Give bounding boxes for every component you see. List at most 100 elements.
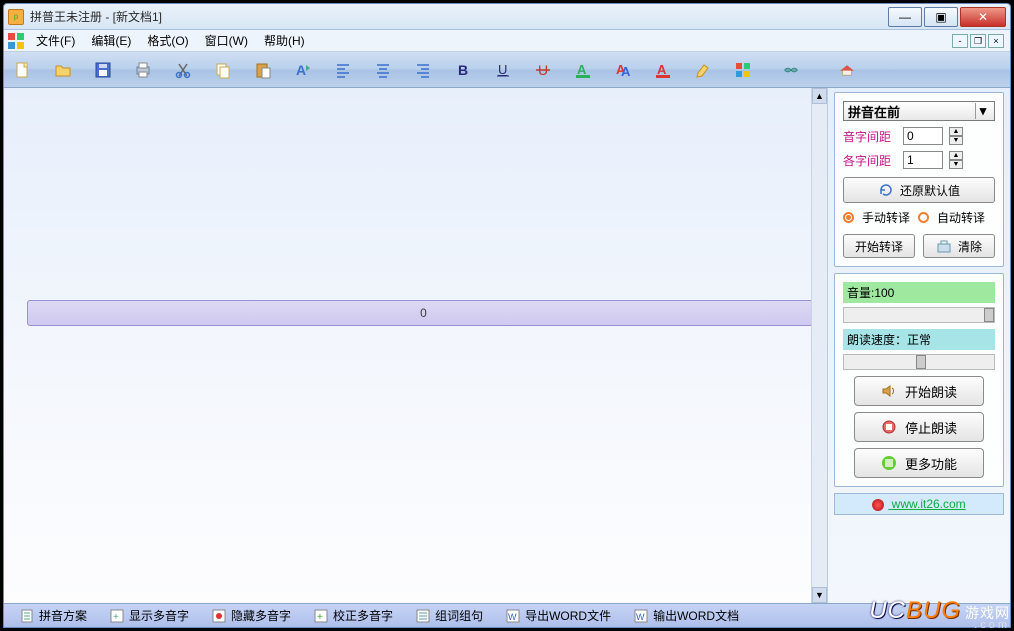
fontcolor3-icon[interactable]: A: [652, 59, 674, 81]
new-icon[interactable]: [12, 59, 34, 81]
more-functions-button[interactable]: 更多功能: [854, 448, 984, 478]
manual-translate-radio[interactable]: [843, 212, 854, 223]
editor-text: 0: [420, 306, 427, 320]
svg-text:A: A: [296, 62, 306, 78]
website-link[interactable]: www.it26.com: [834, 493, 1004, 515]
align-right-icon[interactable]: [412, 59, 434, 81]
editor-content-bar[interactable]: 0: [27, 300, 820, 326]
label-char-spacing: 音字间距: [843, 128, 897, 145]
menu-window[interactable]: 窗口(W): [197, 30, 256, 51]
manual-translate-label: 手动转译: [862, 209, 910, 226]
side-panel: 拼音在前 ▾ 音字间距 ▲▼ 各字间距 ▲▼ 还原默认值: [828, 88, 1010, 603]
statusbar: 拼音方案 + 显示多音字 隐藏多音字 + 校正多音字 组词组句 W 导出WORD…: [4, 603, 1010, 627]
window-controls: — ▣ ✕: [886, 7, 1006, 27]
svg-text:A: A: [657, 62, 667, 77]
restore-defaults-button[interactable]: 还原默认值: [843, 177, 995, 203]
auto-translate-radio[interactable]: [918, 212, 929, 223]
speaker-icon: [881, 383, 897, 399]
grid-icon[interactable]: [732, 59, 754, 81]
copy-icon[interactable]: [212, 59, 234, 81]
align-center-icon[interactable]: [372, 59, 394, 81]
auto-translate-label: 自动转译: [937, 209, 985, 226]
volume-slider[interactable]: [843, 307, 995, 323]
menubar: 文件(F) 编辑(E) 格式(O) 窗口(W) 帮助(H) - ❐ ×: [4, 30, 1010, 52]
svg-text:A: A: [621, 64, 631, 79]
svg-text:A: A: [577, 62, 587, 77]
word-spacing-spinner[interactable]: ▲▼: [949, 151, 963, 169]
open-icon[interactable]: [52, 59, 74, 81]
underline-icon[interactable]: U: [492, 59, 514, 81]
menu-format[interactable]: 格式(O): [139, 30, 196, 51]
status-export-word[interactable]: W 导出WORD文件: [496, 605, 620, 626]
refresh-icon: [878, 182, 894, 198]
fontcolor2-icon[interactable]: AA: [612, 59, 634, 81]
align-left-icon[interactable]: [332, 59, 354, 81]
clear-icon: [936, 238, 952, 254]
paste-icon[interactable]: [252, 59, 274, 81]
svg-text:+: +: [113, 612, 119, 623]
svg-text:U: U: [498, 62, 507, 77]
mdi-restore-button[interactable]: ❐: [970, 34, 986, 48]
vertical-scrollbar[interactable]: ▲ ▼: [811, 88, 827, 603]
print-icon[interactable]: [132, 59, 154, 81]
strike-icon[interactable]: U: [532, 59, 554, 81]
save-icon[interactable]: [92, 59, 114, 81]
char-spacing-input[interactable]: [903, 127, 943, 145]
titlebar: p 拼普王未注册 - [新文档1] — ▣ ✕: [4, 4, 1010, 30]
status-group-words[interactable]: 组词组句: [406, 605, 492, 626]
window-title: 拼普王未注册 - [新文档1]: [30, 8, 162, 25]
export-icon: W: [505, 608, 521, 624]
menu-logo-icon: [8, 33, 26, 49]
undo-icon[interactable]: A: [292, 59, 314, 81]
speed-label: 朗读速度：正常: [843, 329, 995, 350]
volume-label: 音量:100: [843, 282, 995, 303]
app-window: p 拼普王未注册 - [新文档1] — ▣ ✕ 文件(F) 编辑(E) 格式(O…: [3, 3, 1011, 628]
svg-text:B: B: [458, 62, 468, 78]
show-icon: +: [109, 608, 125, 624]
handshake-icon[interactable]: [772, 56, 810, 84]
main-area: 0 ▲ ▼ 拼音在前 ▾ 音字间距 ▲▼ 各字间距: [4, 88, 1010, 603]
scroll-down-icon[interactable]: ▼: [812, 587, 827, 603]
group-icon: [415, 608, 431, 624]
translate-mode-radios: 手动转译 自动转译: [843, 209, 995, 226]
mdi-close-button[interactable]: ×: [988, 34, 1004, 48]
mdi-minimize-button[interactable]: -: [952, 34, 968, 48]
pinyin-order-dropdown[interactable]: 拼音在前 ▾: [843, 101, 995, 121]
hide-icon: [211, 608, 227, 624]
start-read-button[interactable]: 开始朗读: [854, 376, 984, 406]
dropdown-value: 拼音在前: [848, 102, 900, 121]
windows-icon: [881, 455, 897, 471]
menu-file[interactable]: 文件(F): [28, 30, 83, 51]
status-pinyin-scheme[interactable]: 拼音方案: [10, 605, 96, 626]
status-output-word[interactable]: W 输出WORD文档: [624, 605, 748, 626]
stop-read-button[interactable]: 停止朗读: [854, 412, 984, 442]
toolbar: A B U U A AA A: [4, 52, 1010, 88]
correct-icon: +: [313, 608, 329, 624]
mdi-controls: - ❐ ×: [952, 34, 1006, 48]
bold-icon[interactable]: B: [452, 59, 474, 81]
scroll-up-icon[interactable]: ▲: [812, 88, 827, 104]
svg-text:W: W: [636, 612, 645, 622]
panel-read: 音量:100 朗读速度：正常 开始朗读 停止朗读 更多功能: [834, 273, 1004, 487]
chevron-down-icon: ▾: [975, 103, 990, 119]
char-spacing-spinner[interactable]: ▲▼: [949, 127, 963, 145]
menu-help[interactable]: 帮助(H): [256, 30, 313, 51]
cut-icon[interactable]: [172, 59, 194, 81]
minimize-button[interactable]: —: [888, 7, 922, 27]
output-icon: W: [633, 608, 649, 624]
status-hide-poly[interactable]: 隐藏多音字: [202, 605, 300, 626]
speed-slider[interactable]: [843, 354, 995, 370]
fontcolor1-icon[interactable]: A: [572, 59, 594, 81]
menu-edit[interactable]: 编辑(E): [83, 30, 139, 51]
home-icon[interactable]: [828, 56, 866, 84]
status-correct-poly[interactable]: + 校正多音字: [304, 605, 402, 626]
doc-icon: [19, 608, 35, 624]
close-button[interactable]: ✕: [960, 7, 1006, 27]
editor-pane[interactable]: 0 ▲ ▼: [4, 88, 828, 603]
clear-button[interactable]: 清除: [923, 234, 995, 258]
start-translate-button[interactable]: 开始转译: [843, 234, 915, 258]
highlight-icon[interactable]: [692, 59, 714, 81]
status-show-poly[interactable]: + 显示多音字: [100, 605, 198, 626]
word-spacing-input[interactable]: [903, 151, 943, 169]
maximize-button[interactable]: ▣: [924, 7, 958, 27]
